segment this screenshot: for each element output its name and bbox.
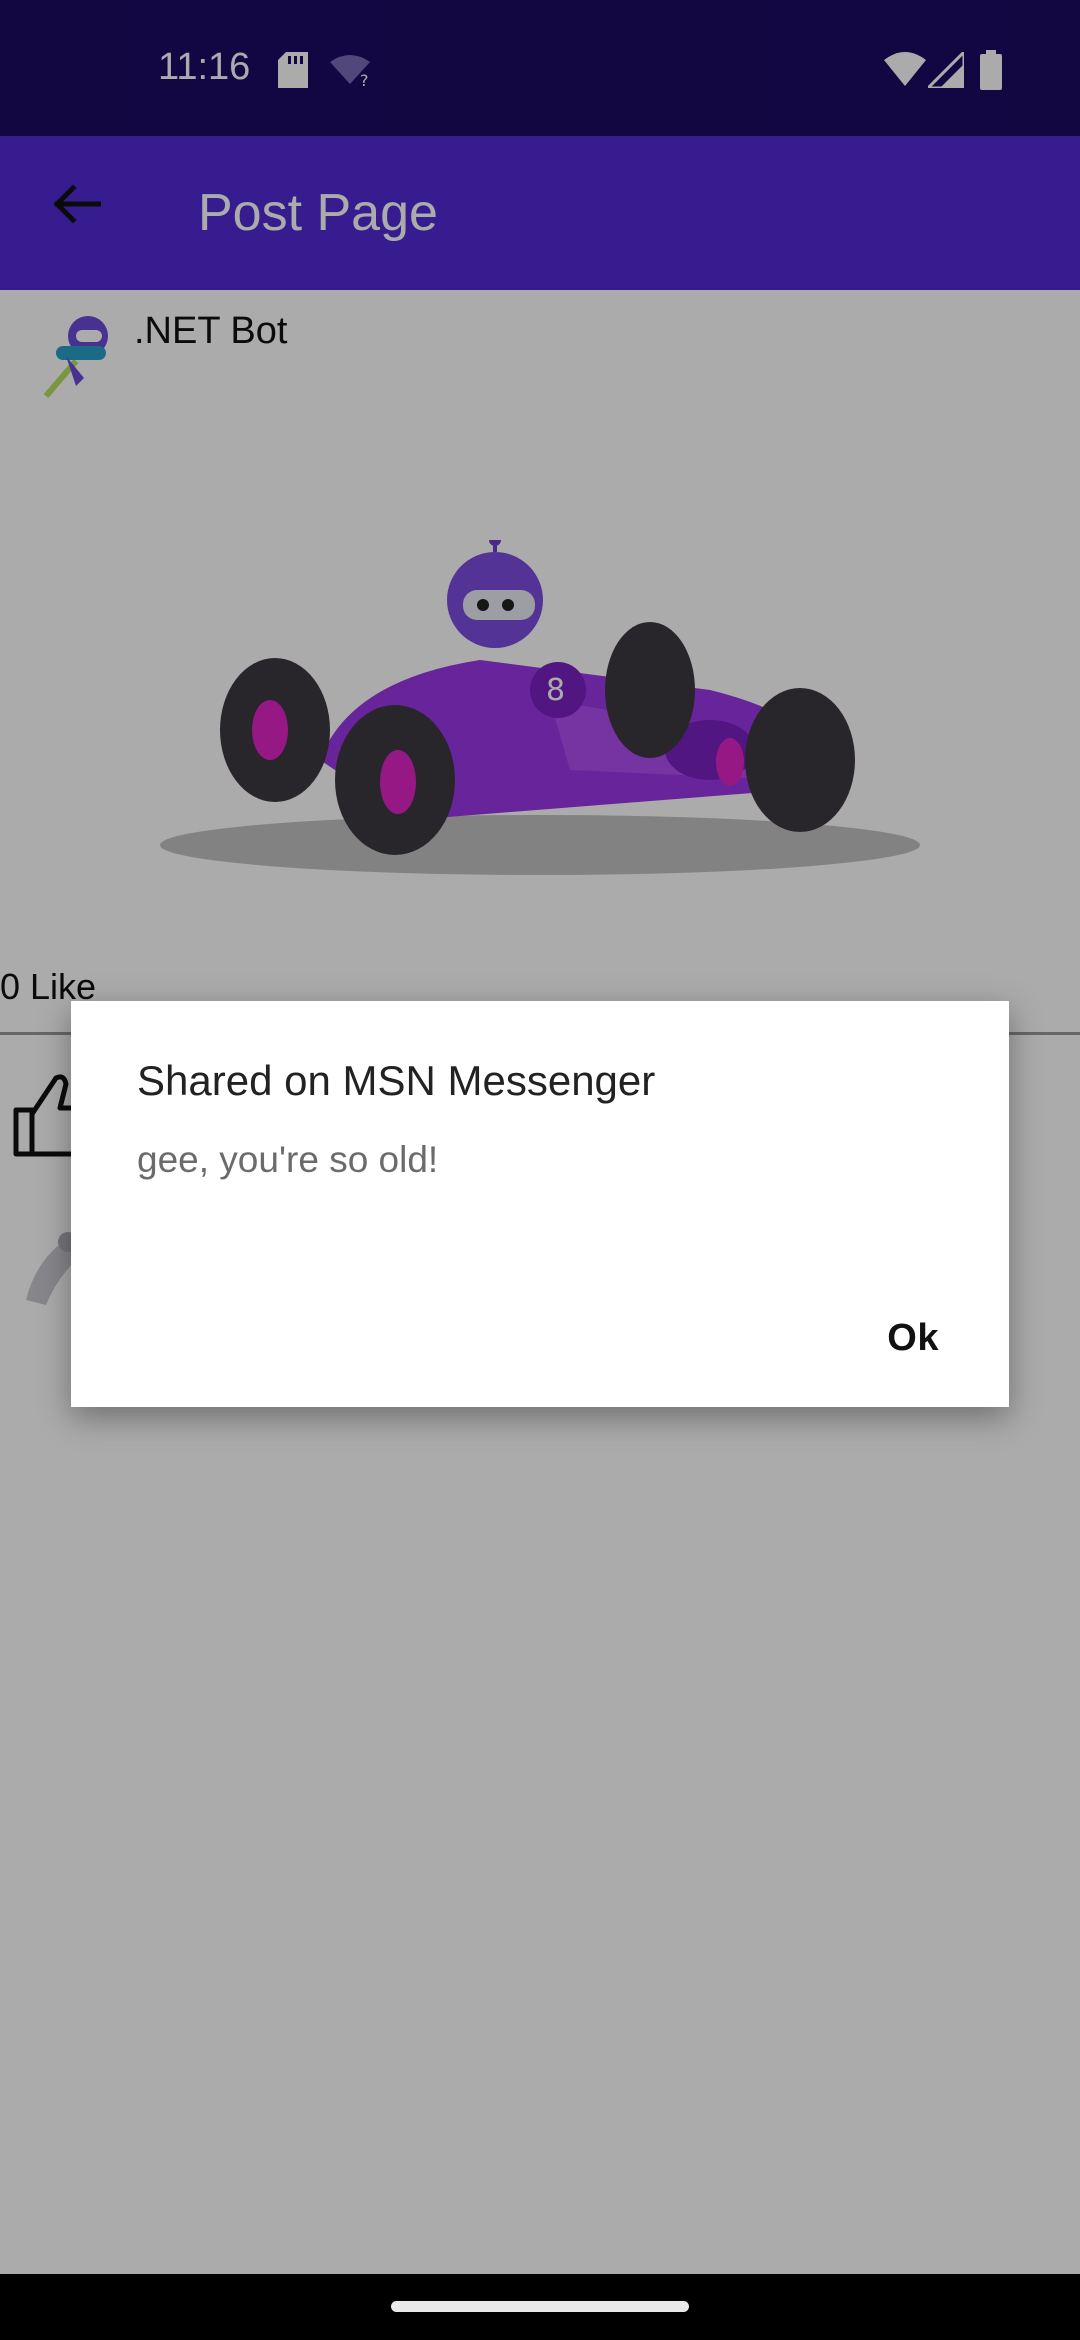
dialog-title: Shared on MSN Messenger bbox=[137, 1057, 656, 1104]
ok-button[interactable]: Ok bbox=[877, 1311, 949, 1366]
dialog-message: gee, you're so old! bbox=[137, 1139, 439, 1180]
home-gesture-handle[interactable] bbox=[391, 2301, 689, 2312]
alert-dialog: Shared on MSN Messenger gee, you're so o… bbox=[71, 1001, 1009, 1407]
